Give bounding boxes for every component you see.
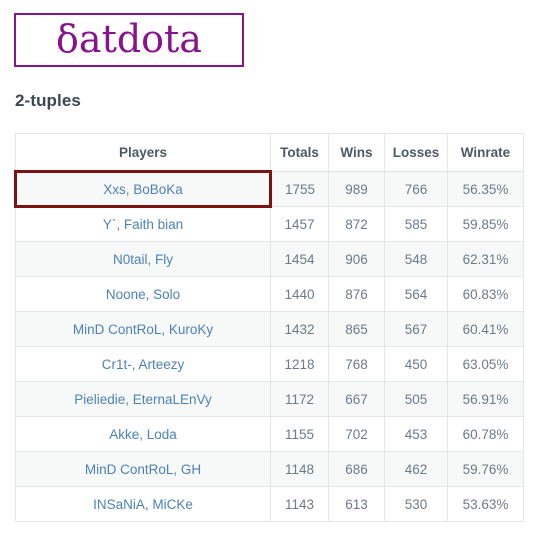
cell-winrate: 56.91% [447,381,524,417]
cell-totals: 1432 [270,311,329,347]
cell-losses: 766 [384,171,448,207]
cell-winrate: 59.85% [447,206,524,242]
cell-losses: 462 [384,451,448,487]
cell-players: Akke, Loda [15,416,271,452]
table-header-row: Players Totals Wins Losses Winrate [15,133,524,172]
column-header-totals[interactable]: Totals [270,133,329,172]
cell-wins: 686 [328,451,385,487]
cell-totals: 1155 [270,416,329,452]
cell-wins: 872 [328,206,385,242]
site-logo-text: δatdota [56,16,202,61]
cell-totals: 1457 [270,206,329,242]
player-pair-link[interactable]: INSaNiA, MiCKe [93,497,193,512]
table-row[interactable]: MinD ContRoL, KuroKy 1432 865 567 60.41% [15,311,524,347]
cell-players: N0tail, Fly [15,241,271,277]
cell-totals: 1143 [270,486,329,522]
cell-losses: 564 [384,276,448,312]
player-pair-link[interactable]: Pieliedie, EternaLEnVy [74,392,212,407]
cell-totals: 1172 [270,381,329,417]
cell-wins: 906 [328,241,385,277]
cell-players: Y`, Faith bian [15,206,271,242]
cell-players: MinD ContRoL, KuroKy [15,311,271,347]
cell-totals: 1218 [270,346,329,382]
cell-winrate: 60.41% [447,311,524,347]
cell-wins: 768 [328,346,385,382]
site-logo[interactable]: δatdota [14,13,244,67]
player-pair-link[interactable]: Cr1t-, Arteezy [102,357,185,372]
table-row[interactable]: Akke, Loda 1155 702 453 60.78% [15,416,524,452]
cell-players: Noone, Solo [15,276,271,312]
player-pair-link[interactable]: MinD ContRoL, GH [85,462,201,477]
column-header-losses[interactable]: Losses [384,133,448,172]
table-row[interactable]: MinD ContRoL, GH 1148 686 462 59.76% [15,451,524,487]
cell-players: Xxs, BoBoKa [14,170,272,208]
cell-winrate: 53.63% [447,486,524,522]
cell-winrate: 59.76% [447,451,524,487]
cell-winrate: 56.35% [447,171,524,207]
cell-winrate: 60.83% [447,276,524,312]
cell-players: Cr1t-, Arteezy [15,346,271,382]
cell-losses: 453 [384,416,448,452]
column-header-wins[interactable]: Wins [328,133,385,172]
cell-wins: 865 [328,311,385,347]
column-header-players[interactable]: Players [15,133,271,172]
cell-wins: 702 [328,416,385,452]
cell-losses: 585 [384,206,448,242]
player-pair-link[interactable]: Akke, Loda [109,427,177,442]
player-pair-link[interactable]: MinD ContRoL, KuroKy [73,322,213,337]
column-header-winrate[interactable]: Winrate [447,133,524,172]
cell-winrate: 60.78% [447,416,524,452]
table-row[interactable]: Pieliedie, EternaLEnVy 1172 667 505 56.91% [15,381,524,417]
cell-losses: 567 [384,311,448,347]
cell-wins: 613 [328,486,385,522]
cell-wins: 876 [328,276,385,312]
player-pair-link[interactable]: Noone, Solo [106,287,180,302]
player-pair-link[interactable]: Y`, Faith bian [103,217,183,232]
cell-players: INSaNiA, MiCKe [15,486,271,522]
table-row[interactable]: Cr1t-, Arteezy 1218 768 450 63.05% [15,346,524,382]
cell-wins: 989 [328,171,385,207]
cell-winrate: 63.05% [447,346,524,382]
page-title: 2-tuples [15,91,81,110]
player-pair-link[interactable]: Xxs, BoBoKa [103,182,183,197]
cell-losses: 530 [384,486,448,522]
cell-winrate: 62.31% [447,241,524,277]
cell-losses: 505 [384,381,448,417]
cell-players: Pieliedie, EternaLEnVy [15,381,271,417]
table-body: Xxs, BoBoKa 1755 989 766 56.35% Y`, Faith bia… [14,170,524,522]
cell-losses: 450 [384,346,448,382]
table-row[interactable]: Noone, Solo 1440 876 564 60.83% [15,276,524,312]
table-row[interactable]: INSaNiA, MiCKe 1143 613 530 53.63% [15,486,524,522]
cell-wins: 667 [328,381,385,417]
cell-totals: 1755 [270,171,329,207]
cell-players: MinD ContRoL, GH [15,451,271,487]
cell-totals: 1454 [270,241,329,277]
table-row[interactable]: Xxs, BoBoKa 1755 989 766 56.35% [14,170,524,208]
table-row[interactable]: N0tail, Fly 1454 906 548 62.31% [15,241,524,277]
cell-losses: 548 [384,241,448,277]
table-header: Players Totals Wins Losses Winrate [15,133,524,172]
stats-table-container: Players Totals Wins Losses Winrate Xxs, … [14,133,524,522]
table-row[interactable]: Y`, Faith bian 1457 872 585 59.85% [15,206,524,242]
player-pair-link[interactable]: N0tail, Fly [113,252,173,267]
stats-table: Players Totals Wins Losses Winrate Xxs, … [14,133,524,522]
cell-totals: 1148 [270,451,329,487]
cell-totals: 1440 [270,276,329,312]
